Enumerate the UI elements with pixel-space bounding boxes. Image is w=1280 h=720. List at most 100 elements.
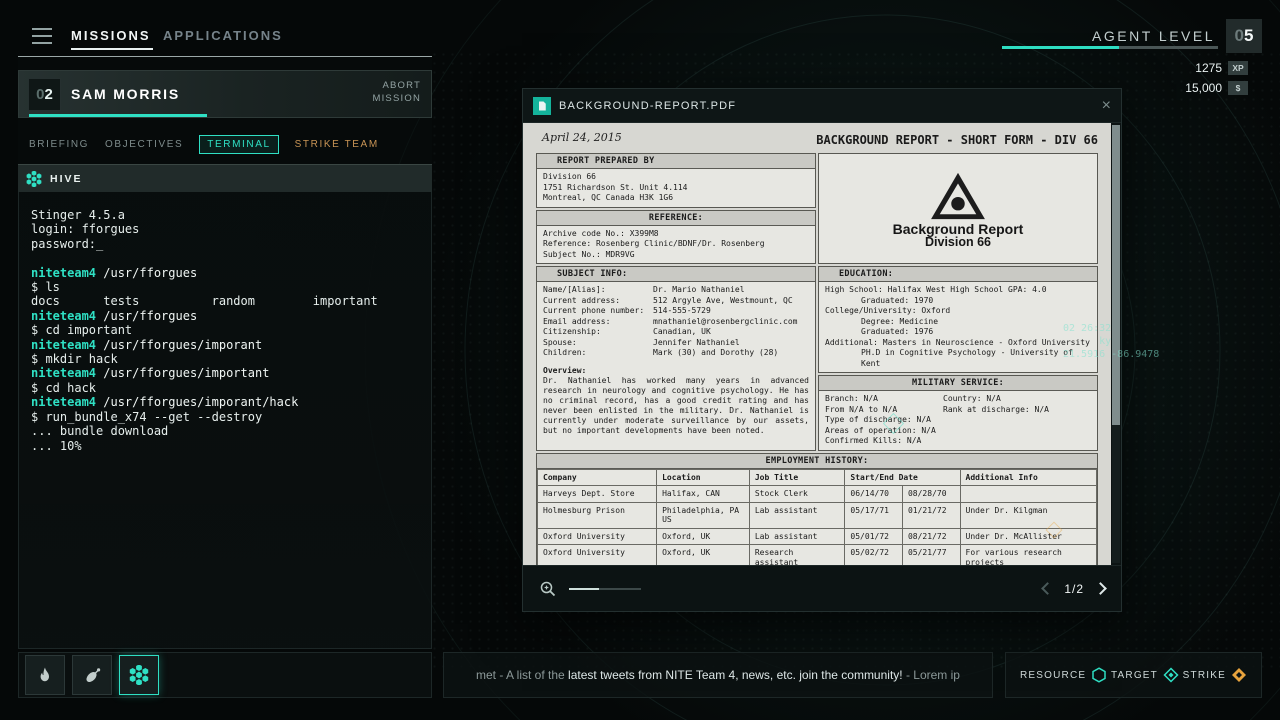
employment-cell: Research assistant	[749, 545, 845, 566]
employment-row: Oxford UniversityOxford, UKResearch assi…	[538, 545, 1097, 566]
military-field: From N/A to N/A	[825, 405, 943, 416]
xp-value: 1275	[1195, 61, 1222, 75]
terminal-user: niteteam4	[31, 395, 96, 409]
app-window: 02 26:32 ky21.5916 -86.9478 MISSIONS APP…	[0, 0, 1280, 720]
education-line: Degree: Medicine	[825, 317, 1091, 328]
field-label: Name/[Alias]:	[543, 285, 653, 296]
employment-cell: Oxford, UK	[657, 528, 750, 545]
target-diamond-icon	[1163, 667, 1179, 683]
employment-cell: 01/21/72	[902, 502, 960, 528]
tab-applications[interactable]: APPLICATIONS	[163, 28, 283, 43]
division-66-pyramid-logo	[929, 171, 987, 221]
subject-info-box: SUBJECT INFO: Name/[Alias]:Dr. Mario Nat…	[536, 266, 816, 451]
tab-strike-team[interactable]: STRIKE TEAM	[295, 139, 379, 150]
hud-readout-line: 02 26:32	[1063, 322, 1159, 335]
document-scrollbar-thumb[interactable]	[1112, 125, 1120, 425]
close-icon[interactable]: ×	[1102, 98, 1111, 114]
employment-cell: 05/17/71	[845, 502, 903, 528]
military-service-row: From N/A to N/ARank at discharge: N/A	[825, 405, 1091, 416]
target-label: TARGET	[1111, 670, 1158, 681]
subject-info-row: Current phone number:514-555-5729	[543, 306, 809, 317]
prepared-by-line: Division 66	[543, 172, 809, 183]
employment-cell: Halifax, CAN	[657, 486, 750, 503]
document-logo-subtitle: Division 66	[925, 237, 991, 247]
abort-mission-button[interactable]: ABORT MISSION	[372, 79, 421, 105]
hive-app-button[interactable]	[119, 655, 159, 695]
terminal-line: $ cd important	[31, 323, 419, 337]
strike-diamond-icon	[1231, 667, 1247, 683]
field-label: Children:	[543, 348, 653, 359]
flame-app-button[interactable]	[25, 655, 65, 695]
report-prepared-by-header: REPORT PREPARED BY	[537, 154, 815, 169]
report-prepared-by-body: Division 661751 Richardson St. Unit 4.11…	[537, 169, 815, 207]
ticker-segment: latest tweets from NITE Team 4, news, et…	[568, 668, 903, 682]
zoom-slider[interactable]	[569, 588, 641, 590]
employment-history-header: EMPLOYMENT HISTORY:	[537, 454, 1097, 469]
field-label: Email address:	[543, 317, 653, 328]
employment-cell: Under Dr. McAllister	[960, 528, 1096, 545]
document-date: April 24, 2015	[542, 133, 622, 143]
employment-cell: 08/21/72	[902, 528, 960, 545]
satellite-app-button[interactable]	[72, 655, 112, 695]
xp-progress-fill	[1002, 46, 1119, 49]
employment-cell: 05/02/72	[845, 545, 903, 566]
flame-icon	[36, 666, 54, 684]
document-top-grid: REPORT PREPARED BY Division 661751 Richa…	[536, 153, 1098, 264]
page-navigation: 1/2	[1043, 582, 1105, 596]
terminal-output[interactable]: Stinger 4.5.alogin: fforguespassword:_ n…	[18, 192, 432, 649]
terminal-user: niteteam4	[31, 338, 96, 352]
reference-body: Archive code No.: X399M8Reference: Rosen…	[537, 226, 815, 264]
military-service-row: Confirmed Kills: N/A	[825, 436, 1091, 447]
page-prev-icon[interactable]	[1041, 582, 1054, 595]
mission-tabs: BRIEFING OBJECTIVES TERMINAL STRIKE TEAM	[29, 133, 379, 155]
satellite-dish-icon	[83, 666, 102, 685]
reference-line: Archive code No.: X399M8	[543, 229, 809, 240]
agent-level-digit: 5	[1244, 26, 1253, 46]
military-field: Branch: N/A	[825, 394, 943, 405]
terminal-line	[31, 251, 419, 265]
employment-header-row: Company Location Job Title Start/End Dat…	[538, 469, 1097, 486]
mission-panel: 02 SAM MORRIS ABORT MISSION BRIEFING OBJ…	[18, 56, 432, 649]
prepared-reference-column: REPORT PREPARED BY Division 661751 Richa…	[536, 153, 816, 264]
military-service-box: MILITARY SERVICE: Branch: N/ACountry: N/…	[818, 375, 1098, 451]
col-company: Company	[538, 469, 657, 486]
legend-bar: RESOURCE TARGET STRIKE	[1005, 652, 1262, 698]
tab-terminal[interactable]: TERMINAL	[199, 135, 278, 154]
employment-cell: Harveys Dept. Store	[538, 486, 657, 503]
subject-info-row: Children:Mark (30) and Dorothy (28)	[543, 348, 809, 359]
terminal-line: $ cd hack	[31, 381, 419, 395]
resource-label: RESOURCE	[1020, 670, 1086, 681]
field-value: 512 Argyle Ave, Westmount, QC	[653, 296, 809, 307]
document-title: BACKGROUND REPORT - SHORT FORM - DIV 66	[816, 135, 1098, 145]
col-additional-info: Additional Info	[960, 469, 1096, 486]
military-service-row: Areas of operation: N/A	[825, 426, 1091, 437]
mission-active-underline	[29, 114, 207, 117]
zoom-icon[interactable]	[539, 580, 557, 598]
education-body: High School: Halifax West High School GP…	[819, 282, 1097, 372]
reference-header: REFERENCE:	[537, 211, 815, 226]
menu-icon[interactable]	[32, 28, 52, 44]
ticker-segment: - Lorem ip	[903, 668, 960, 682]
terminal-line: niteteam4 /usr/fforgues/important	[31, 366, 419, 380]
terminal-line: password:_	[31, 237, 419, 251]
employment-cell	[960, 486, 1096, 503]
terminal-path: /usr/fforgues	[96, 309, 197, 323]
mission-header: 02 SAM MORRIS ABORT MISSION	[18, 70, 432, 118]
col-location: Location	[657, 469, 750, 486]
reference-box: REFERENCE: Archive code No.: X399M8Refer…	[536, 210, 816, 265]
abort-mission-line1: ABORT	[372, 79, 421, 92]
field-label: Current phone number:	[543, 306, 653, 317]
hud-readout-line: ky	[1063, 335, 1159, 348]
tab-objectives[interactable]: OBJECTIVES	[105, 139, 183, 150]
field-value: Jennifer Nathaniel	[653, 338, 809, 349]
field-label: Citizenship:	[543, 327, 653, 338]
terminal-user: niteteam4	[31, 309, 96, 323]
tab-missions[interactable]: MISSIONS	[71, 28, 151, 43]
employment-cell: Oxford University	[538, 528, 657, 545]
hive-app-title: HIVE	[50, 173, 83, 185]
page-next-icon[interactable]	[1094, 582, 1107, 595]
mission-number-digit: 2	[45, 86, 53, 103]
employment-cell: Oxford University	[538, 545, 657, 566]
field-value: Dr. Mario Nathaniel	[653, 285, 809, 296]
tab-briefing[interactable]: BRIEFING	[29, 139, 89, 150]
